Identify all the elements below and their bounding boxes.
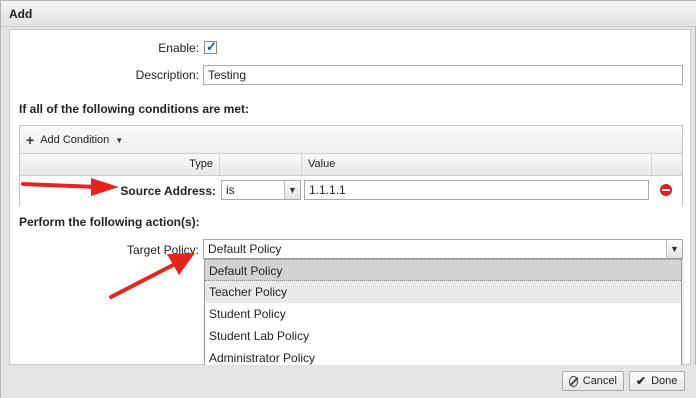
dropdown-option-student-policy[interactable]: Student Policy: [205, 303, 681, 325]
dialog-title: Add: [1, 1, 696, 27]
table-row: Source Address: is ▼: [20, 176, 682, 206]
condition-type-label: Source Address:: [120, 184, 216, 198]
chevron-down-icon: ▼: [284, 181, 300, 199]
column-header-operator: [220, 154, 302, 176]
description-label: Description:: [135, 68, 199, 82]
chevron-down-icon: ▼: [666, 240, 682, 258]
condition-operator-select[interactable]: is ▼: [221, 180, 301, 200]
column-header-value: Value: [302, 154, 652, 176]
checkmark-icon: ✔: [636, 374, 647, 388]
target-policy-select[interactable]: Default Policy ▼: [203, 239, 683, 259]
cancel-label: Cancel: [582, 375, 617, 387]
grid-toolbar: + Add Condition ▼: [20, 126, 682, 154]
grid-header: Type Value: [20, 154, 682, 176]
dialog-footer: Cancel ✔ Done: [1, 365, 696, 398]
enable-label: Enable:: [158, 41, 199, 55]
condition-value-input[interactable]: [304, 180, 649, 200]
add-condition-button[interactable]: + Add Condition ▼: [26, 132, 123, 148]
enable-checkbox[interactable]: [204, 39, 217, 55]
remove-condition-icon[interactable]: [660, 184, 672, 196]
actions-heading: Perform the following action(s):: [19, 215, 200, 229]
dropdown-option-student-lab-policy[interactable]: Student Lab Policy: [205, 325, 681, 347]
cancel-button[interactable]: Cancel: [562, 371, 624, 391]
dropdown-option-default-policy[interactable]: Default Policy: [205, 259, 681, 281]
dropdown-option-teacher-policy[interactable]: Teacher Policy: [205, 281, 681, 303]
target-policy-label: Target Policy:: [126, 243, 199, 257]
cancel-icon: [569, 375, 578, 387]
condition-operator-value: is: [226, 183, 235, 197]
target-policy-value: Default Policy: [208, 242, 282, 256]
caret-down-icon: ▼: [115, 135, 124, 145]
done-button[interactable]: ✔ Done: [629, 371, 685, 391]
conditions-heading: If all of the following conditions are m…: [19, 102, 250, 116]
column-header-type: Type: [20, 154, 220, 176]
description-input[interactable]: [203, 65, 683, 85]
add-condition-label: Add Condition: [40, 134, 110, 146]
conditions-grid: + Add Condition ▼ Type Value Source Addr…: [19, 125, 683, 206]
target-policy-dropdown: Default Policy Teacher Policy Student Po…: [204, 258, 682, 370]
column-header-actions: [652, 154, 682, 176]
plus-icon: +: [26, 132, 35, 148]
add-dialog: Add Enable: Description: If all of the f…: [0, 0, 696, 398]
done-label: Done: [651, 375, 678, 387]
